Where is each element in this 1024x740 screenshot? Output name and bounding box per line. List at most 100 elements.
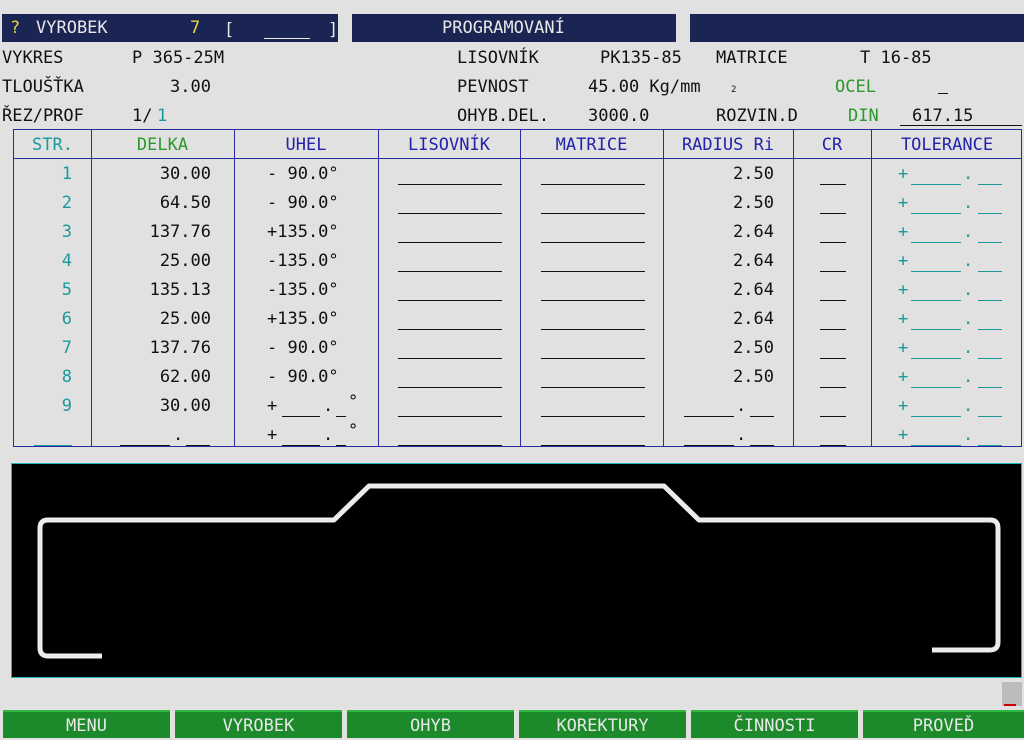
tolerance-int-field[interactable] <box>911 213 961 214</box>
radius-value[interactable]: 2.64 <box>663 251 774 271</box>
execute-softkey[interactable]: PROVEĎ <box>863 710 1024 738</box>
length-value[interactable]: 64.50 <box>91 193 211 213</box>
cr-field[interactable] <box>820 416 846 417</box>
length-dec-field[interactable] <box>186 445 210 446</box>
material-value[interactable]: OCEL <box>835 77 876 97</box>
scroll-handle[interactable] <box>1002 682 1022 706</box>
tolerance-dec-field[interactable] <box>978 271 1002 272</box>
die-field[interactable] <box>541 213 645 214</box>
angle-int-field[interactable] <box>282 445 320 446</box>
punch-field[interactable] <box>398 445 502 446</box>
angle-dec-field[interactable] <box>336 445 346 446</box>
length-value[interactable]: 25.00 <box>91 251 211 271</box>
angle-value[interactable]: - 90.0° <box>267 338 339 358</box>
tolerance-dec-field[interactable] <box>978 242 1002 243</box>
punch-field[interactable] <box>398 213 502 214</box>
angle-value[interactable]: - 90.0° <box>267 164 339 184</box>
radius-int-field[interactable] <box>684 416 734 417</box>
bend-length-value[interactable]: 3000.0 <box>588 106 649 126</box>
angle-dec-field[interactable] <box>336 416 346 417</box>
die-field[interactable] <box>541 445 645 446</box>
punch-field[interactable] <box>398 300 502 301</box>
radius-value[interactable]: 2.64 <box>663 222 774 242</box>
cr-field[interactable] <box>820 358 846 359</box>
punch-value[interactable]: PK135-85 <box>600 48 682 68</box>
length-value[interactable]: 25.00 <box>91 309 211 329</box>
profile-number[interactable]: 1 <box>157 106 167 126</box>
radius-value[interactable]: 2.64 <box>663 280 774 300</box>
punch-field[interactable] <box>398 242 502 243</box>
die-field[interactable] <box>541 271 645 272</box>
bend-softkey[interactable]: OHYB <box>347 710 514 738</box>
drawing-value[interactable]: P 365-25M <box>132 48 224 68</box>
tolerance-int-field[interactable] <box>911 358 961 359</box>
cr-field[interactable] <box>820 242 846 243</box>
tolerance-dec-field[interactable] <box>978 358 1002 359</box>
die-field[interactable] <box>541 300 645 301</box>
menu-softkey[interactable]: MENU <box>3 710 170 738</box>
tolerance-dec-field[interactable] <box>978 387 1002 388</box>
angle-value[interactable]: +135.0° <box>267 309 339 329</box>
angle-int-field[interactable] <box>282 416 320 417</box>
radius-dec-field[interactable] <box>750 416 774 417</box>
tolerance-int-field[interactable] <box>911 416 961 417</box>
tolerance-int-field[interactable] <box>911 300 961 301</box>
radius-dec-field[interactable] <box>750 445 774 446</box>
tolerance-dec-field[interactable] <box>978 329 1002 330</box>
punch-field[interactable] <box>398 358 502 359</box>
tolerance-int-field[interactable] <box>911 271 961 272</box>
cr-field[interactable] <box>820 300 846 301</box>
angle-value[interactable]: -135.0° <box>267 251 339 271</box>
tolerance-int-field[interactable] <box>911 329 961 330</box>
tolerance-int-field[interactable] <box>911 445 961 446</box>
unroll-standard[interactable]: DIN <box>848 106 879 126</box>
product-softkey[interactable]: VYROBEK <box>175 710 342 738</box>
length-value[interactable]: 137.76 <box>91 222 211 242</box>
tolerance-int-field[interactable] <box>911 387 961 388</box>
tolerance-dec-field[interactable] <box>978 184 1002 185</box>
tolerance-dec-field[interactable] <box>978 213 1002 214</box>
radius-value[interactable]: 2.50 <box>663 367 774 387</box>
radius-value[interactable]: 2.64 <box>663 309 774 329</box>
radius-value[interactable]: 2.50 <box>663 193 774 213</box>
cr-field[interactable] <box>820 387 846 388</box>
punch-field[interactable] <box>398 184 502 185</box>
angle-value[interactable]: - 90.0° <box>267 367 339 387</box>
tolerance-dec-field[interactable] <box>978 416 1002 417</box>
cr-field[interactable] <box>820 329 846 330</box>
die-field[interactable] <box>541 358 645 359</box>
punch-field[interactable] <box>398 416 502 417</box>
cr-field[interactable] <box>820 184 846 185</box>
punch-field[interactable] <box>398 329 502 330</box>
angle-value[interactable]: +135.0° <box>267 222 339 242</box>
tolerance-dec-field[interactable] <box>978 445 1002 446</box>
die-field[interactable] <box>541 416 645 417</box>
tolerance-dec-field[interactable] <box>978 300 1002 301</box>
thickness-value[interactable]: 3.00 <box>170 77 211 97</box>
angle-value[interactable]: -135.0° <box>267 280 339 300</box>
length-value[interactable]: 137.76 <box>91 338 211 358</box>
radius-value[interactable]: 2.50 <box>663 338 774 358</box>
radius-value[interactable]: 2.50 <box>663 164 774 184</box>
length-value[interactable]: 62.00 <box>91 367 211 387</box>
length-value[interactable]: 30.00 <box>91 164 211 184</box>
cr-field[interactable] <box>820 445 846 446</box>
activities-softkey[interactable]: ČINNOSTI <box>691 710 858 738</box>
cr-field[interactable] <box>820 271 846 272</box>
length-value[interactable]: 135.13 <box>91 280 211 300</box>
tolerance-int-field[interactable] <box>911 242 961 243</box>
strength-value[interactable]: 45.00 Kg/mm <box>588 77 701 97</box>
radius-int-field[interactable] <box>684 445 734 446</box>
row-number-field[interactable] <box>34 445 72 446</box>
product-input-field[interactable] <box>264 38 310 39</box>
die-field[interactable] <box>541 184 645 185</box>
cr-field[interactable] <box>820 213 846 214</box>
tolerance-int-field[interactable] <box>911 184 961 185</box>
punch-field[interactable] <box>398 271 502 272</box>
die-field[interactable] <box>541 242 645 243</box>
material-code-field[interactable] <box>938 93 948 94</box>
length-value[interactable]: 30.00 <box>91 396 211 416</box>
angle-value[interactable]: - 90.0° <box>267 193 339 213</box>
die-value[interactable]: T 16-85 <box>860 48 932 68</box>
die-field[interactable] <box>541 387 645 388</box>
